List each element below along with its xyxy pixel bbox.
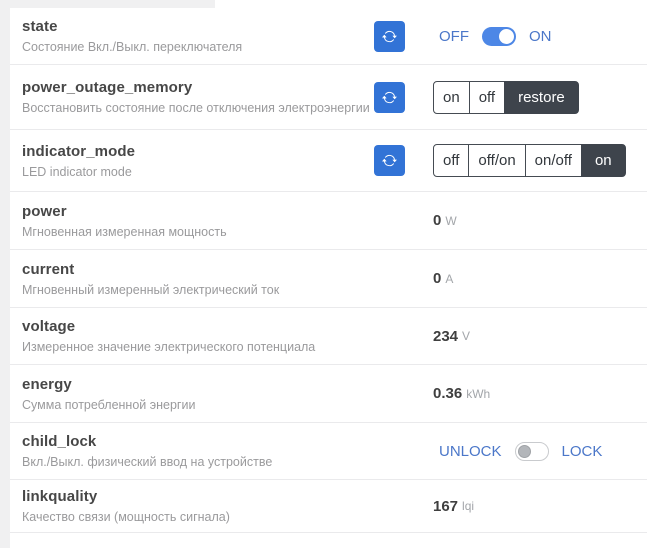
property-value: 0 <box>433 212 442 229</box>
property-description: Мгновенная измеренная мощность <box>22 224 227 239</box>
property-description: LED indicator mode <box>22 164 132 179</box>
property-unit: lqi <box>462 499 475 513</box>
property-labels: indicator_mode LED indicator mode <box>10 143 374 179</box>
refresh-slot <box>374 81 422 113</box>
property-labels: energy Сумма потребленной энергии <box>10 376 374 412</box>
property-description: Мгновенный измеренный электрический ток <box>22 282 280 297</box>
refresh-slot <box>374 145 422 176</box>
option-button-off[interactable]: off <box>468 80 506 114</box>
property-name: child_lock <box>22 433 97 450</box>
property-unit: W <box>445 213 457 228</box>
refresh-button[interactable] <box>374 81 405 113</box>
value-control: 0.36 kWh <box>422 385 647 402</box>
option-button-on[interactable]: on <box>580 144 626 177</box>
exposes-row-current: current Мгновенный измеренный электрическ… <box>10 250 647 308</box>
refresh-icon <box>382 30 397 42</box>
switch-off-label[interactable]: UNLOCK <box>439 443 502 460</box>
switch-on-label[interactable]: LOCK <box>562 443 603 460</box>
value-control: 234 V <box>422 328 647 345</box>
refresh-button[interactable] <box>374 145 405 176</box>
property-value: 0 <box>433 270 442 287</box>
toggle-switch[interactable] <box>514 441 549 461</box>
page-background-left <box>0 0 10 548</box>
exposes-row-state: state Состояние Вкл./Выкл. переключателя O… <box>10 8 647 65</box>
value-control: 167 lqi <box>422 498 647 515</box>
refresh-icon <box>382 91 397 103</box>
exposes-row-power_outage_memory: power_outage_memory Восстановить состояни… <box>10 65 647 130</box>
property-labels: power Мгновенная измеренная мощность <box>10 203 374 239</box>
property-labels: current Мгновенный измеренный электрическ… <box>10 261 374 297</box>
exposes-row-energy: energy Сумма потребленной энергии 0.36 kWh <box>10 365 647 423</box>
switch-knob <box>499 28 514 44</box>
property-name: indicator_mode <box>22 142 136 160</box>
exposes-card: state Состояние Вкл./Выкл. переключателя O… <box>10 8 647 548</box>
exposes-row-child_lock: child_lock Вкл./Выкл. физический ввод на … <box>10 423 647 480</box>
option-button-on[interactable]: on <box>433 80 470 114</box>
property-value: 167 <box>433 497 459 515</box>
options-control: off off/on on/off on <box>422 144 647 177</box>
exposes-row-power: power Мгновенная измеренная мощность 0 W <box>10 192 647 250</box>
property-name: voltage <box>22 318 76 335</box>
refresh-icon <box>382 154 397 167</box>
property-name: energy <box>22 375 72 393</box>
exposes-row-linkquality: linkquality Качество связи (мощность сигн… <box>10 480 647 533</box>
property-labels: linkquality Качество связи (мощность сигн… <box>10 488 374 524</box>
exposes-row-voltage: voltage Измеренное значение электрическог… <box>10 308 647 365</box>
option-button-on-off[interactable]: on/off <box>524 144 582 177</box>
property-unit: A <box>445 271 454 286</box>
property-unit: V <box>462 329 471 343</box>
property-description: Состояние Вкл./Выкл. переключателя <box>22 40 243 54</box>
property-name: power_outage_memory <box>22 79 193 96</box>
property-description: Измеренное значение электрического потен… <box>22 340 316 354</box>
property-name: state <box>22 18 58 35</box>
property-labels: state Состояние Вкл./Выкл. переключателя <box>10 18 374 54</box>
option-group: off off/on on/off on <box>433 144 626 177</box>
property-description: Восстановить состояние после отключения … <box>22 101 370 115</box>
exposes-row-indicator_mode: indicator_mode LED indicator mode off off/o… <box>10 130 647 192</box>
property-description: Вкл./Выкл. физический ввод на устройстве <box>22 455 273 469</box>
option-button-off[interactable]: off <box>433 144 470 177</box>
property-labels: child_lock Вкл./Выкл. физический ввод на … <box>10 433 374 469</box>
switch-off-label[interactable]: OFF <box>439 28 469 45</box>
value-control: 0A <box>422 270 647 287</box>
property-unit: kWh <box>466 386 491 401</box>
property-value: 234 <box>433 327 459 345</box>
property-name: current <box>22 260 75 278</box>
toggle-switch[interactable] <box>482 26 516 46</box>
page-background-top <box>0 0 215 8</box>
switch-knob <box>517 444 531 458</box>
property-labels: power_outage_memory Восстановить состояни… <box>10 79 374 115</box>
toggle-control: UNLOCK LOCK <box>422 441 647 461</box>
toggle-control: OFF ON <box>422 26 647 46</box>
options-control: on off restore <box>422 80 647 114</box>
property-name: linkquality <box>22 488 98 505</box>
property-description: Качество связи (мощность сигнала) <box>22 510 230 524</box>
property-labels: voltage Измеренное значение электрическог… <box>10 318 374 354</box>
option-button-off-on[interactable]: off/on <box>468 144 526 177</box>
refresh-button[interactable] <box>374 20 405 52</box>
option-group: on off restore <box>433 80 579 114</box>
value-control: 0W <box>422 212 647 229</box>
property-value: 0.36 <box>433 385 463 402</box>
property-name: power <box>22 202 67 220</box>
property-description: Сумма потребленной энергии <box>22 397 196 412</box>
switch-on-label[interactable]: ON <box>529 28 552 45</box>
refresh-slot <box>374 20 422 52</box>
option-button-restore[interactable]: restore <box>504 80 579 114</box>
